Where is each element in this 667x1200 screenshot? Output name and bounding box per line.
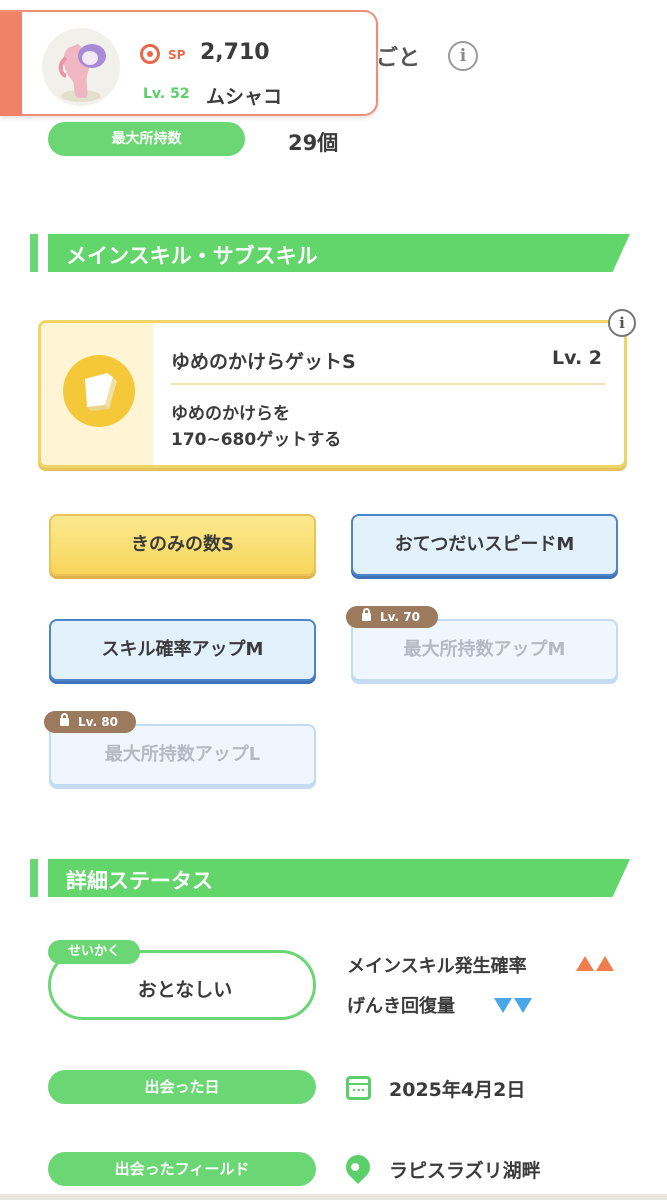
met-field-label: 出会ったフィールド bbox=[48, 1152, 316, 1186]
lock-icon bbox=[60, 713, 69, 726]
up-arrow-icon bbox=[596, 956, 614, 971]
skills-section-title: メインスキル・サブスキル bbox=[66, 244, 318, 268]
details-section-header: 詳細ステータス bbox=[30, 859, 630, 897]
unlock-level-tag-70: Lv. 70 bbox=[346, 606, 438, 628]
header-accent bbox=[0, 12, 22, 116]
max-carry-label: 最大所持数 bbox=[48, 122, 245, 156]
page-section-title-partial: ごと bbox=[376, 46, 421, 71]
sub-skill-button-5-locked[interactable]: 最大所持数アップL bbox=[49, 724, 316, 786]
main-skill-divider bbox=[171, 383, 605, 385]
main-skill-description-line1: ゆめのかけらを bbox=[171, 404, 290, 424]
main-skill-icon-area bbox=[41, 323, 153, 465]
main-skill-level: Lv. 2 bbox=[552, 347, 602, 369]
met-date-label: 出会った日 bbox=[48, 1070, 316, 1104]
main-skill-description-line2: 170~680ゲットする bbox=[171, 430, 342, 450]
location-pin-icon bbox=[341, 1150, 375, 1184]
unlock-level-tag-80: Lv. 80 bbox=[44, 711, 136, 733]
met-field-value: ラピスラズリ湖畔 bbox=[389, 1160, 541, 1182]
pokemon-name: ムシャコ bbox=[206, 86, 283, 108]
up-arrow-icon bbox=[576, 956, 594, 971]
pokemon-header-card: SP 2,710 Lv. 52 ムシャコ bbox=[0, 10, 378, 116]
sp-value: 2,710 bbox=[200, 40, 270, 65]
skill-info-icon[interactable]: i bbox=[608, 309, 636, 337]
sub-skill-button-1[interactable]: きのみの数S bbox=[49, 514, 316, 576]
met-date-value: 2025年4月2日 bbox=[389, 1079, 526, 1101]
dream-shard-icon bbox=[63, 355, 135, 427]
nature-value: おとなしい bbox=[137, 979, 233, 1001]
nature-down-effect: げんき回復量 bbox=[347, 996, 455, 1017]
calendar-icon bbox=[346, 1076, 371, 1100]
skills-section-header: メインスキル・サブスキル bbox=[30, 234, 630, 272]
info-icon[interactable]: i bbox=[448, 41, 478, 71]
nature-tag: せいかく bbox=[48, 940, 140, 964]
level-label: Lv. 52 bbox=[143, 86, 190, 102]
main-skill-card[interactable]: ゆめのかけらゲットS Lv. 2 ゆめのかけらを 170~680ゲットする bbox=[38, 320, 627, 468]
main-skill-description: ゆめのかけらを 170~680ゲットする bbox=[171, 401, 341, 453]
max-carry-value: 29個 bbox=[288, 131, 339, 155]
unlock-level-text: Lv. 80 bbox=[78, 715, 118, 729]
lock-icon bbox=[362, 608, 371, 621]
unlock-level-text: Lv. 70 bbox=[380, 610, 420, 624]
nature-up-effect: メインスキル発生確率 bbox=[347, 956, 527, 977]
bottom-divider bbox=[0, 1194, 667, 1200]
sub-skill-button-2[interactable]: おてつだいスピードM bbox=[351, 514, 618, 576]
main-skill-name: ゆめのかけらゲットS bbox=[171, 351, 356, 373]
sub-skill-button-3[interactable]: スキル確率アップM bbox=[49, 619, 316, 681]
pokemon-avatar bbox=[42, 28, 120, 106]
sp-label: SP bbox=[168, 48, 186, 62]
down-arrow-icon bbox=[494, 998, 512, 1013]
down-arrow-icon bbox=[514, 998, 532, 1013]
details-section-title: 詳細ステータス bbox=[66, 869, 213, 893]
sub-skill-button-4-locked[interactable]: 最大所持数アップM bbox=[351, 619, 618, 681]
sp-icon bbox=[140, 44, 160, 64]
